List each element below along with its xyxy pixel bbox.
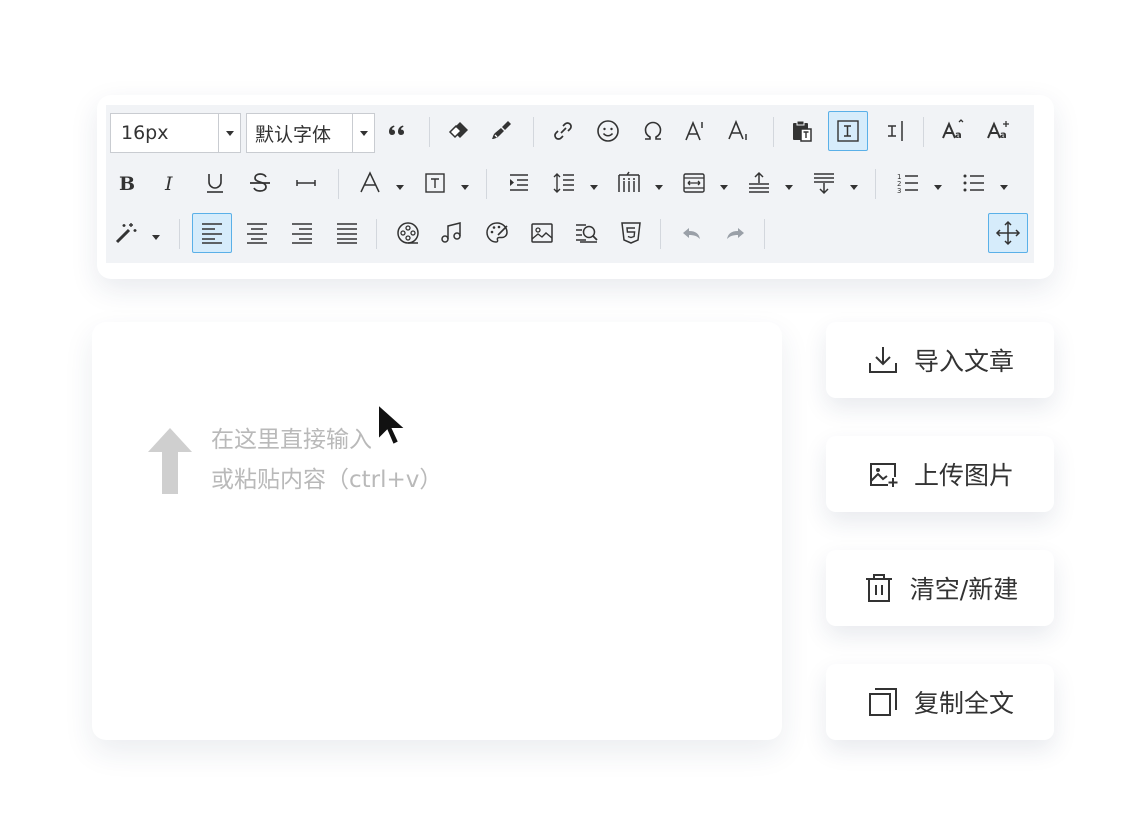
- copy-icon: [868, 688, 897, 716]
- svg-text:B: B: [119, 173, 135, 195]
- caret-down-icon[interactable]: [999, 177, 1009, 190]
- ordered-list-icon[interactable]: 123: [888, 163, 928, 203]
- align-right-icon[interactable]: [282, 213, 322, 253]
- caret-down-icon[interactable]: [395, 177, 405, 190]
- html5-icon[interactable]: [611, 213, 651, 253]
- upload-arrow-icon: [148, 428, 192, 494]
- upload-image-button[interactable]: 上传图片: [826, 436, 1054, 512]
- upload-image-label: 上传图片: [913, 461, 1014, 490]
- svg-text:I: I: [164, 173, 173, 195]
- omega-icon[interactable]: [633, 111, 673, 151]
- align-left-icon[interactable]: [192, 213, 232, 253]
- clear-new-label: 清空/新建: [909, 575, 1019, 604]
- caret-down-icon[interactable]: [589, 177, 599, 190]
- bold-icon[interactable]: B: [106, 163, 146, 203]
- toolbar-row-1: 16px 默认字体 a a: [106, 107, 1034, 155]
- spacing-before-icon[interactable]: [739, 163, 779, 203]
- letter-spacing-icon[interactable]: [609, 163, 649, 203]
- clear-new-button[interactable]: 清空/新建: [826, 550, 1054, 626]
- palette-icon[interactable]: [477, 213, 517, 253]
- align-center-icon[interactable]: [237, 213, 277, 253]
- uppercase-icon[interactable]: a: [934, 111, 974, 151]
- caret-down-icon[interactable]: [151, 227, 161, 240]
- caret-down-icon[interactable]: [460, 177, 470, 190]
- trash-icon: [865, 574, 892, 602]
- background-color-icon[interactable]: [415, 163, 455, 203]
- font-size-value: 16px: [121, 122, 169, 144]
- font-family-select[interactable]: 默认字体: [246, 113, 375, 153]
- svg-text:a: a: [1000, 130, 1007, 141]
- emoji-icon[interactable]: [588, 111, 628, 151]
- unordered-list-icon[interactable]: [954, 163, 994, 203]
- link-icon[interactable]: [543, 111, 583, 151]
- copy-all-button[interactable]: 复制全文: [826, 664, 1054, 740]
- strikethrough-icon[interactable]: [240, 163, 280, 203]
- indent-right-icon[interactable]: [873, 111, 913, 151]
- quote-icon[interactable]: [379, 111, 419, 151]
- placeholder-line-2: 或粘贴内容（ctrl+v）: [211, 467, 443, 493]
- editor-toolbar: 16px 默认字体 a a B I 1 2 3: [106, 105, 1034, 263]
- redo-icon[interactable]: [715, 213, 755, 253]
- music-icon[interactable]: [432, 213, 472, 253]
- magic-wand-icon[interactable]: [106, 213, 146, 253]
- format-painter-icon[interactable]: [481, 111, 521, 151]
- font-size-select[interactable]: 16px: [110, 113, 241, 153]
- italic-icon[interactable]: I: [150, 163, 190, 203]
- mouse-cursor-icon: [377, 402, 409, 447]
- undo-icon[interactable]: [672, 213, 712, 253]
- copy-all-label: 复制全文: [913, 689, 1014, 718]
- justify-icon[interactable]: [327, 213, 367, 253]
- spacing-after-icon[interactable]: [804, 163, 844, 203]
- paragraph-spacing-icon[interactable]: [674, 163, 714, 203]
- caret-down-icon[interactable]: [654, 177, 664, 190]
- svg-text:a: a: [955, 130, 962, 141]
- toolbar-card: 16px 默认字体 a a B I 1 2 3: [97, 95, 1054, 279]
- download-icon: [868, 347, 897, 373]
- video-icon[interactable]: [388, 213, 428, 253]
- indent-icon[interactable]: [499, 163, 539, 203]
- search-replace-icon[interactable]: [567, 213, 607, 253]
- toolbar-row-3: [106, 209, 1034, 257]
- toolbar-row-2: B I 1 2 3: [106, 159, 1034, 207]
- image-icon[interactable]: [522, 213, 562, 253]
- caret-down-icon[interactable]: [784, 177, 794, 190]
- image-upload-icon: [869, 463, 898, 487]
- line-height-icon[interactable]: [544, 163, 584, 203]
- font-color-icon[interactable]: [350, 163, 390, 203]
- move-icon[interactable]: [988, 213, 1028, 253]
- caret-down-icon[interactable]: [933, 177, 943, 190]
- caret-down-icon[interactable]: [849, 177, 859, 190]
- horizontal-rule-icon[interactable]: [286, 163, 326, 203]
- svg-text:3: 3: [897, 187, 901, 195]
- underline-icon[interactable]: [195, 163, 235, 203]
- superscript-icon[interactable]: [676, 111, 716, 151]
- caret-down-icon[interactable]: [719, 177, 729, 190]
- lowercase-icon[interactable]: a: [979, 111, 1019, 151]
- editor-area[interactable]: [92, 322, 782, 740]
- import-article-button[interactable]: 导入文章: [826, 322, 1054, 398]
- caret-down-icon[interactable]: [352, 114, 374, 152]
- import-article-label: 导入文章: [913, 347, 1014, 376]
- indent-left-icon[interactable]: [828, 111, 868, 151]
- subscript-icon[interactable]: [719, 111, 759, 151]
- caret-down-icon[interactable]: [218, 114, 240, 152]
- font-family-value: 默认字体: [255, 123, 332, 146]
- eraser-icon[interactable]: [439, 111, 479, 151]
- paste-text-icon[interactable]: [782, 111, 822, 151]
